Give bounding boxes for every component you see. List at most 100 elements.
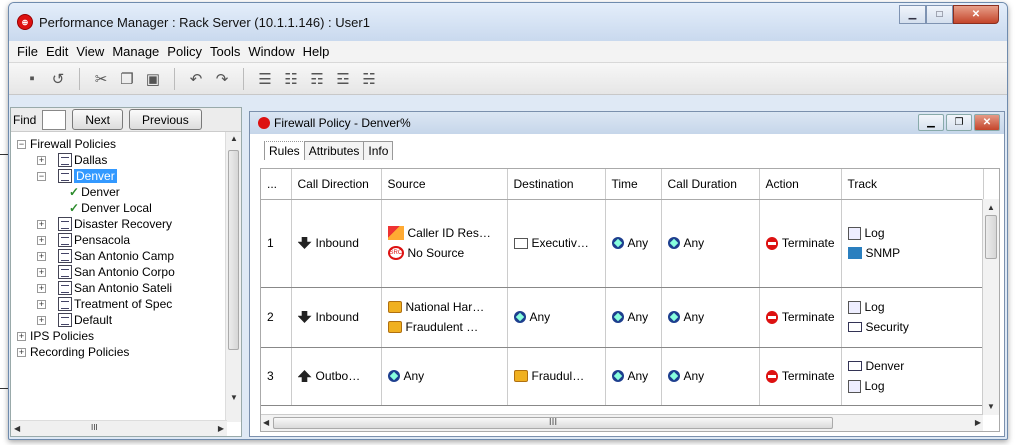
menu-window[interactable]: Window	[244, 44, 298, 59]
rule-duration-cell[interactable]: Any	[661, 347, 760, 406]
rule-row[interactable]: 1 Inbound Caller ID Res… SRC No Source Ex…	[261, 199, 984, 288]
tree-node-pensacola[interactable]: + Pensacola	[11, 232, 241, 248]
rule-action-cell[interactable]: Terminate	[759, 287, 842, 348]
maximize-button[interactable]: □	[926, 5, 953, 24]
menu-view[interactable]: View	[72, 44, 108, 59]
rule-action-cell[interactable]: Terminate	[759, 347, 842, 406]
tree-node-san-antonio-corpo[interactable]: + San Antonio Corpo	[11, 264, 241, 280]
next-button[interactable]: Next	[72, 109, 124, 130]
menu-edit[interactable]: Edit	[42, 44, 72, 59]
column-header-ellipsis[interactable]: ...	[261, 169, 292, 200]
minimize-button[interactable]: ▁	[899, 5, 926, 24]
tree-node-firewall-policies[interactable]: − Firewall Policies	[11, 136, 241, 152]
rule-destination-cell[interactable]: Executiv…	[507, 199, 606, 288]
tree-node-ips-policies[interactable]: + IPS Policies	[11, 328, 241, 344]
scroll-down-icon[interactable]: ▼	[987, 402, 995, 411]
expand-icon[interactable]: +	[37, 299, 46, 309]
tree-node-denver-child[interactable]: ✓ Denver	[11, 184, 241, 200]
grid-vertical-scrollbar[interactable]: ▲ ▼	[982, 199, 999, 415]
scroll-left-icon[interactable]: ◀	[14, 424, 20, 433]
tree-node-disaster-recovery[interactable]: + Disaster Recovery	[11, 216, 241, 232]
previous-button[interactable]: Previous	[129, 109, 202, 130]
scroll-thumb[interactable]: III	[273, 417, 833, 429]
menu-tools[interactable]: Tools	[206, 44, 244, 59]
expand-icon[interactable]: +	[37, 315, 46, 325]
menu-file[interactable]: File	[13, 44, 42, 59]
inner-restore-button[interactable]: ❐	[946, 114, 972, 131]
tree-node-san-antonio-sateli[interactable]: + San Antonio Sateli	[11, 280, 241, 296]
scroll-down-icon[interactable]: ▼	[230, 393, 238, 402]
column-header-time[interactable]: Time	[605, 169, 662, 200]
scroll-up-icon[interactable]: ▲	[987, 203, 995, 212]
expand-icon[interactable]: +	[37, 283, 46, 293]
refresh-icon[interactable]: ↺	[47, 68, 69, 90]
rule-track-cell[interactable]: Log SNMP	[841, 199, 984, 288]
rule-direction-cell[interactable]: Inbound	[291, 287, 382, 348]
save-icon[interactable]: ▪	[21, 68, 43, 90]
tree-node-default[interactable]: + Default	[11, 312, 241, 328]
undo-icon[interactable]: ↶	[185, 68, 207, 90]
rule-duration-cell[interactable]: Any	[661, 287, 760, 348]
tab-rules[interactable]: Rules	[264, 141, 305, 160]
scroll-right-icon[interactable]: ▶	[218, 424, 224, 433]
tree-vertical-scrollbar[interactable]: ▲ ▼	[225, 132, 241, 422]
rule-action-cell[interactable]: Terminate	[759, 199, 842, 288]
scroll-left-icon[interactable]: ◀	[263, 418, 269, 427]
rule-duration-cell[interactable]: Any	[661, 199, 760, 288]
menu-help[interactable]: Help	[299, 44, 334, 59]
close-button[interactable]: ✕	[953, 5, 999, 24]
tree-node-denver[interactable]: − Denver	[11, 168, 241, 184]
rule-track-cell[interactable]: Denver Log	[841, 347, 984, 406]
collapse-icon[interactable]: −	[17, 139, 26, 149]
collapse-icon[interactable]: −	[37, 171, 46, 181]
rule-destination-cell[interactable]: Fraudul…	[507, 347, 606, 406]
column-header-call-direction[interactable]: Call Direction	[291, 169, 382, 200]
scroll-thumb[interactable]	[228, 150, 239, 350]
tree-node-dallas[interactable]: + Dallas	[11, 152, 241, 168]
expand-icon[interactable]: +	[17, 347, 26, 357]
rule-source-cell[interactable]: Caller ID Res… SRC No Source	[381, 199, 508, 288]
rule-time-cell[interactable]: Any	[605, 347, 662, 406]
rule-time-cell[interactable]: Any	[605, 199, 662, 288]
tree-node-denver-local[interactable]: ✓ Denver Local	[11, 200, 241, 216]
column-header-source[interactable]: Source	[381, 169, 508, 200]
grid-horizontal-scrollbar[interactable]: ◀ III ▶	[261, 414, 983, 431]
delete-rule-icon[interactable]: ☵	[358, 68, 380, 90]
rule-track-cell[interactable]: Log Security	[841, 287, 984, 348]
rule-row[interactable]: 2 Inbound National Har… Fraudulent … Any…	[261, 287, 984, 348]
move-rule-icon[interactable]: ☲	[332, 68, 354, 90]
tree-node-treatment[interactable]: + Treatment of Spec	[11, 296, 241, 312]
expand-icon[interactable]: +	[37, 219, 46, 229]
column-header-call-duration[interactable]: Call Duration	[661, 169, 760, 200]
insert-rule-below-icon[interactable]: ☶	[306, 68, 328, 90]
expand-icon[interactable]: +	[37, 251, 46, 261]
tab-attributes[interactable]: Attributes	[303, 141, 365, 160]
expand-icon[interactable]: +	[17, 331, 26, 341]
redo-icon[interactable]: ↷	[211, 68, 233, 90]
tree-horizontal-scrollbar[interactable]: ◀ III ▶	[11, 420, 227, 436]
expand-icon[interactable]: +	[37, 267, 46, 277]
add-rule-icon[interactable]: ☰	[254, 68, 276, 90]
scroll-thumb[interactable]	[985, 215, 997, 259]
cut-icon[interactable]: ✂	[90, 68, 112, 90]
rule-row[interactable]: 3 Outbo… Any Fraudul… Any Any Terminate …	[261, 347, 984, 406]
expand-icon[interactable]: +	[37, 155, 46, 165]
insert-rule-above-icon[interactable]: ☷	[280, 68, 302, 90]
copy-icon[interactable]: ❐	[116, 68, 138, 90]
paste-icon[interactable]: ▣	[142, 68, 164, 90]
tree-node-recording-policies[interactable]: + Recording Policies	[11, 344, 241, 360]
tree-node-san-antonio-camp[interactable]: + San Antonio Camp	[11, 248, 241, 264]
rule-time-cell[interactable]: Any	[605, 287, 662, 348]
menu-policy[interactable]: Policy	[163, 44, 206, 59]
scroll-up-icon[interactable]: ▲	[230, 134, 238, 143]
expand-icon[interactable]: +	[37, 235, 46, 245]
rule-direction-cell[interactable]: Inbound	[291, 199, 382, 288]
find-input[interactable]	[42, 109, 67, 130]
inner-close-button[interactable]: ✕	[974, 114, 1000, 131]
column-header-destination[interactable]: Destination	[507, 169, 606, 200]
rule-source-cell[interactable]: National Har… Fraudulent …	[381, 287, 508, 348]
rule-destination-cell[interactable]: Any	[507, 287, 606, 348]
scroll-right-icon[interactable]: ▶	[975, 418, 981, 427]
tab-info[interactable]: Info	[363, 141, 394, 160]
column-header-action[interactable]: Action	[759, 169, 842, 200]
